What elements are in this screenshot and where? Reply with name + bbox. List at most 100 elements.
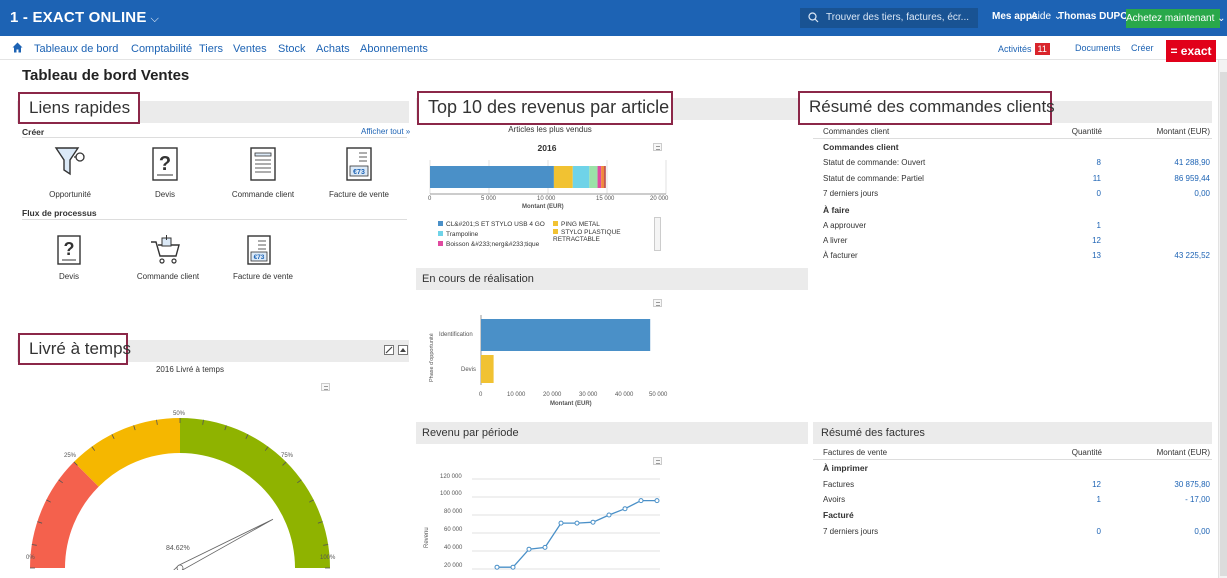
revenue-line [497,499,657,568]
invoiced-group-label: Facturé [823,510,854,520]
invoice-row-amount[interactable]: - 17,00 [1140,495,1210,504]
quote-document-icon: ? [152,147,178,181]
home-icon[interactable] [12,42,23,53]
legend-item[interactable]: Trampoline [438,231,478,238]
stacked-bar-segment [430,166,554,188]
opportunity-shortcut[interactable] [53,144,89,189]
nav-achats[interactable]: Achats [316,43,350,55]
create-section-label: Créer [22,127,45,137]
legend-swatch [438,231,443,236]
ontime-chart-title: 2016 Livré à temps [155,365,225,374]
chart-menu-icon[interactable] [653,143,662,151]
quote-shortcut[interactable]: ? [150,146,180,187]
main-nav: Tableaux de bord Comptabilité Tiers Vent… [0,36,1227,60]
create-link[interactable]: Créer [1131,43,1154,53]
activities-link[interactable]: Activités 11 [998,43,1050,55]
order-row-qty[interactable]: 8 [1070,158,1101,167]
legend-item[interactable]: STYLO PLASTIQUE RETRACTABLE [553,229,643,243]
legend-item[interactable]: CL&#201;S ET STYLO USB 4 GO [438,221,545,228]
x-tick-label: 30 000 [579,392,598,398]
page-scrollbar[interactable] [1218,60,1227,578]
revenue-line-chart [472,478,660,570]
documents-link[interactable]: Documents [1075,43,1121,53]
order-row-qty[interactable]: 11 [1070,174,1101,183]
process-quote-shortcut[interactable]: ? [56,234,82,271]
activities-count-badge: 11 [1034,43,1050,55]
horizontal-bar [481,319,651,351]
page-title: Tableau de bord Ventes [22,67,190,84]
gauge-pivot [176,564,184,570]
nav-tiers[interactable]: Tiers [199,43,223,55]
quote-label[interactable]: Devis [140,190,190,199]
invoice-row-qty[interactable]: 1 [1070,495,1101,504]
sales-invoice-shortcut[interactable]: €73 [344,146,374,187]
nav-ventes[interactable]: Ventes [233,43,267,55]
collapse-icon[interactable] [398,345,408,355]
scrollbar-thumb[interactable] [1220,72,1227,576]
sales-invoice-label[interactable]: Facture de vente [325,190,393,199]
todo-row-qty[interactable]: 12 [1070,236,1101,245]
quote-document-icon: ? [57,235,81,265]
top10-year: 2016 [537,143,557,153]
legend-scrollbar[interactable] [654,217,661,251]
sales-order-document-icon [250,147,276,181]
divider [22,137,407,138]
nav-abonnements[interactable]: Abonnements [360,43,428,55]
process-sales-order-label[interactable]: Commande client [130,272,206,281]
invoice-row-qty[interactable]: 12 [1070,480,1101,489]
exact-logo[interactable]: = exact [1166,40,1216,62]
sales-order-label[interactable]: Commande client [225,190,301,199]
app-title-label: 1 - EXACT ONLINE [10,9,147,26]
legend-swatch [553,229,558,234]
todo-row-amount[interactable]: 43 225,52 [1140,251,1210,260]
opportunity-label[interactable]: Opportunité [40,190,100,199]
process-quote-label[interactable]: Devis [44,272,94,281]
y-axis-label: Revenu [424,527,430,548]
orders-group-label: Commandes client [823,142,899,152]
sales-invoice-document-icon: €73 [346,147,372,181]
todo-row-qty[interactable]: 1 [1070,221,1101,230]
order-row-amount[interactable]: 41 288,90 [1140,158,1210,167]
data-point [574,520,580,526]
process-sales-order-shortcut[interactable] [149,234,183,271]
svg-text:€73: €73 [353,169,365,176]
invoice-row-amount[interactable]: 0,00 [1140,527,1210,536]
stacked-bar-segment [589,166,598,188]
search-input[interactable]: Trouver des tiers, factures, écr... [800,8,978,28]
chart-menu-icon[interactable] [653,299,662,307]
horizontal-bar [481,355,494,383]
nav-tableaux-de-bord[interactable]: Tableaux de bord [34,43,118,55]
nav-stock[interactable]: Stock [278,43,306,55]
data-point [542,544,548,550]
invoice-row-qty[interactable]: 0 [1070,527,1101,536]
stacked-bar-segment [604,166,606,188]
order-row-qty[interactable]: 0 [1070,189,1101,198]
invoice-row-amount[interactable]: 30 875,80 [1140,480,1210,489]
search-placeholder: Trouver des tiers, factures, écr... [826,12,970,23]
show-all-link[interactable]: Afficher tout » [361,127,410,136]
nav-comptabilite[interactable]: Comptabilité [131,43,192,55]
process-sales-invoice-shortcut[interactable]: €73 [246,234,272,271]
sales-order-shortcut[interactable] [248,146,278,187]
process-sales-invoice-label[interactable]: Facture de vente [225,272,301,281]
gauge-tick-label: 50% [173,411,186,417]
chart-menu-icon[interactable] [321,383,330,391]
quantity-col-header: Quantité [1071,127,1102,136]
order-row-amount[interactable]: 0,00 [1140,189,1210,198]
stacked-bar-segment [572,166,590,188]
buy-now-button[interactable]: Achetez maintenant ⌄ [1126,9,1226,28]
order-row-amount[interactable]: 86 959,44 [1140,174,1210,183]
legend-label: Boisson &#233;nerg&#233;tique [446,241,540,248]
invoice-row-label: 7 derniers jours [823,527,879,536]
orders-summary-title: Résumé des commandes clients [798,91,1055,125]
y-tick-label: 80 000 [444,509,463,515]
todo-row-qty[interactable]: 13 [1070,251,1101,260]
legend-item[interactable]: Boisson &#233;nerg&#233;tique [438,241,539,248]
legend-item[interactable]: PING METAL [553,221,600,228]
y-tick-label: 40 000 [444,545,463,551]
edit-icon[interactable] [384,345,394,355]
chart-menu-icon[interactable] [653,457,662,465]
x-tick-label: 20 000 [543,392,562,398]
gauge-band [180,418,330,568]
app-title[interactable]: 1 - EXACT ONLINE ⌵ [10,9,159,26]
